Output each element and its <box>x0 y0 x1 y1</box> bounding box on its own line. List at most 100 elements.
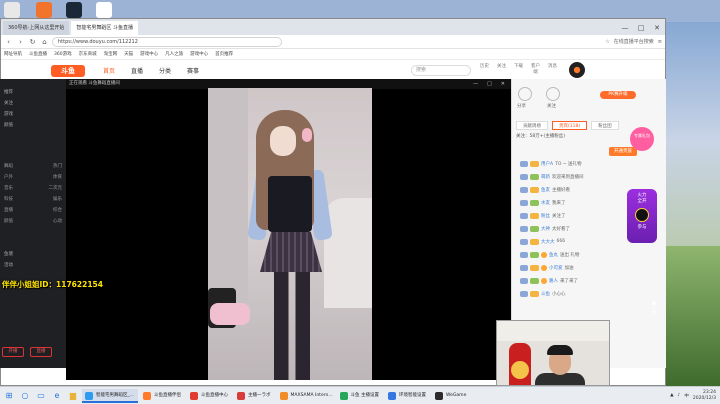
back-icon[interactable]: ‹ <box>4 38 13 46</box>
address-right-text[interactable]: 在线直播平台搜索 <box>614 38 654 45</box>
start-stream-button[interactable]: 开播 <box>2 347 24 357</box>
download-icon[interactable]: 下载 <box>513 63 524 75</box>
chat-nick[interactable]: 路人 <box>549 278 558 284</box>
sidebar-link[interactable]: 直播 <box>4 205 13 216</box>
site-search-input[interactable]: 搜索 <box>411 65 471 76</box>
start-icon[interactable]: ⊞ <box>2 389 16 403</box>
pk-badge[interactable]: PK赛升级 <box>600 91 636 99</box>
tab-vip[interactable]: 贵宾(118) <box>552 120 588 130</box>
taskbar-app[interactable]: 斗鱼 主播设置 <box>337 389 383 403</box>
bookmark[interactable]: 斗鱼直播 <box>29 51 47 57</box>
clock[interactable]: 23:24 2020/12/3 <box>693 390 716 402</box>
desktop-app-icon[interactable] <box>4 2 20 18</box>
task-view-icon[interactable]: ▭ <box>34 389 48 403</box>
taskbar-app[interactable]: WeGame <box>432 389 470 403</box>
input-language[interactable]: 中 <box>684 393 689 399</box>
taskbar-app[interactable]: 智能宅男舞蹈区_... <box>82 388 139 403</box>
sidebar-link[interactable]: 户外 <box>4 172 13 183</box>
avatar[interactable] <box>569 62 585 78</box>
nav-category[interactable]: 分类 <box>159 66 171 75</box>
chat-nick[interactable]: 大神 <box>541 226 550 232</box>
document-icon[interactable] <box>96 2 112 18</box>
promo-badge[interactable]: 专属礼包 <box>630 127 654 151</box>
sidebar-item[interactable]: 鱼塘 <box>0 249 66 260</box>
bookmark[interactable]: 京东商城 <box>79 51 97 57</box>
video-player[interactable]: 正在观看 斗鱼舞蹈直播间 — □ ✕ <box>66 79 511 380</box>
chat-nick[interactable]: 鱼丸 <box>549 252 558 258</box>
browser-tab[interactable]: 360导航-上网从这里开始 <box>3 21 70 35</box>
maximize-button[interactable]: □ <box>633 21 649 35</box>
menu-icon[interactable]: ≡ <box>658 39 662 45</box>
site-logo[interactable]: 斗鱼 <box>51 65 85 77</box>
chat-nick[interactable]: 粉丝 <box>541 213 550 219</box>
player-maximize-button[interactable]: □ <box>487 79 492 89</box>
minimize-button[interactable]: — <box>617 21 633 35</box>
bookmark[interactable]: 游戏中心 <box>190 51 208 57</box>
bookmark[interactable]: 天猫 <box>124 51 133 57</box>
sidebar-link[interactable]: 综合 <box>53 205 62 216</box>
taskbar-app[interactable]: MAXSAMA Intern... <box>277 389 335 403</box>
taskbar-app[interactable]: 环境智能设置 <box>385 389 430 403</box>
player-minimize-button[interactable]: — <box>473 79 478 89</box>
history-icon[interactable]: 历史 <box>479 63 490 75</box>
live-button[interactable]: 直播 <box>30 347 52 357</box>
folder-icon[interactable]: ▆ <box>66 389 80 403</box>
search-icon[interactable]: ○ <box>18 389 32 403</box>
sidebar-link[interactable]: 体育 <box>53 172 62 183</box>
sidebar-link[interactable]: 颜值 <box>4 216 13 227</box>
sidebar-item[interactable]: 活动 <box>0 260 66 271</box>
taskbar-app[interactable]: 斗鱼直播伴侣 <box>140 389 185 403</box>
bookmark[interactable]: 凡人之旅 <box>165 51 183 57</box>
tab-contribution[interactable]: 贡献周榜 <box>516 120 548 130</box>
chat-nick[interactable]: 大大大 <box>541 239 555 245</box>
chat-nick[interactable]: 小可爱 <box>549 265 563 271</box>
sidebar-link[interactable]: 科技 <box>4 194 13 205</box>
sidebar-item[interactable]: 关注 <box>0 98 66 109</box>
bookmark[interactable]: 游戏中心 <box>140 51 158 57</box>
taskbar-app[interactable]: 斗鱼直播中心 <box>187 389 232 403</box>
nav-home[interactable]: 首页 <box>103 66 115 75</box>
nav-events[interactable]: 赛事 <box>187 66 199 75</box>
refresh-icon[interactable]: ↻ <box>28 38 37 46</box>
sidebar-link[interactable]: 音乐 <box>4 183 13 194</box>
video-frame[interactable] <box>208 88 372 380</box>
chat-nick[interactable]: 用户A <box>541 161 553 167</box>
bookmark[interactable]: 360游戏 <box>54 51 72 57</box>
sidebar-link[interactable]: 娱乐 <box>53 194 62 205</box>
url-field[interactable]: https://www.douyu.com/112212 <box>52 36 282 47</box>
sidebar-item[interactable]: 颜值 <box>0 120 66 131</box>
share-icon[interactable] <box>518 87 532 101</box>
forward-icon[interactable]: › <box>16 38 25 46</box>
sidebar-item[interactable]: 推荐 <box>0 87 66 98</box>
sidebar-link[interactable]: 心动 <box>53 216 62 227</box>
sidebar-link[interactable]: 舞蹈 <box>4 161 13 172</box>
browser-tab-active[interactable]: 智能宅男舞蹈区 斗鱼直播 <box>71 21 138 35</box>
sidebar-link[interactable]: 热门 <box>53 161 62 172</box>
settings-icon[interactable]: ⚙ <box>650 310 658 318</box>
close-button[interactable]: ✕ <box>649 21 665 35</box>
bookmark[interactable]: 网址导航 <box>4 51 22 57</box>
open-noble-button[interactable]: 开通贵族 <box>609 147 637 156</box>
bookmark[interactable]: 首页推荐 <box>215 51 233 57</box>
edge-icon[interactable]: e <box>50 389 64 403</box>
desktop-app-icon[interactable] <box>36 2 52 18</box>
client-icon[interactable]: 客户端 <box>530 63 541 75</box>
network-icon[interactable]: ▲ <box>670 393 673 398</box>
star-icon[interactable]: ☆ <box>605 39 609 45</box>
taskbar-app[interactable]: 主播一ラボ <box>234 389 275 403</box>
sidebar-link[interactable]: 二次元 <box>49 183 63 194</box>
player-close-button[interactable]: ✕ <box>501 79 505 89</box>
bookmark[interactable]: 淘宝网 <box>104 51 118 57</box>
sidebar-item[interactable]: 游戏 <box>0 109 66 120</box>
volume-icon[interactable]: ♪ <box>678 393 681 398</box>
steam-icon[interactable] <box>66 2 82 18</box>
home-icon[interactable]: ⌂ <box>40 38 49 46</box>
chat-icon[interactable]: ◉ <box>650 300 658 308</box>
chat-nick[interactable]: 萌新 <box>541 174 550 180</box>
nav-live[interactable]: 直播 <box>131 66 143 75</box>
follow-icon[interactable] <box>546 87 560 101</box>
chat-nick[interactable]: 鱼友 <box>541 187 550 193</box>
tab-fans[interactable]: 粉丝团 <box>591 120 619 130</box>
chat-nick[interactable]: 斗鱼 <box>541 291 550 297</box>
follow-icon[interactable]: 关注 <box>496 63 507 75</box>
